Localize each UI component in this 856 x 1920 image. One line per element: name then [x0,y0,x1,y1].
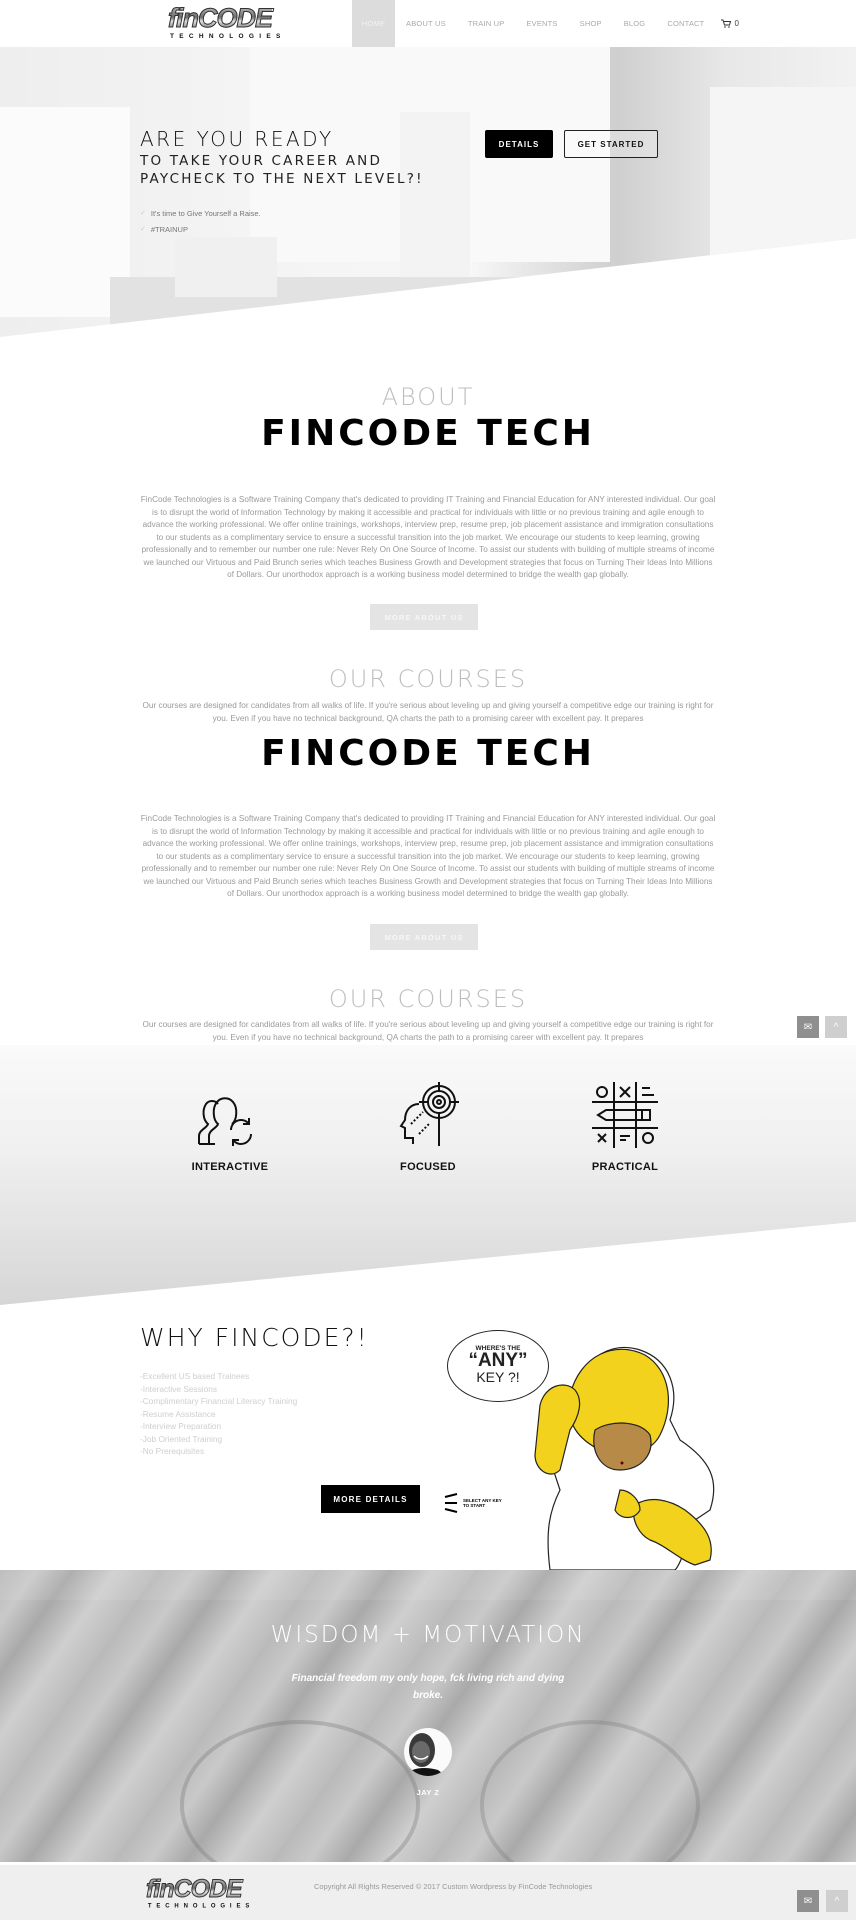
bubble-line: “ANY” [468,1350,528,1371]
hero-bg-box [175,237,277,297]
any-key-caption: SELECT ANY KEY TO START [444,1493,502,1513]
nav-item-events[interactable]: EVENTS [515,0,568,47]
hero-bg-shape [710,87,856,287]
courses-paragraph: Our courses are designed for candidates … [142,701,714,723]
site-logo[interactable]: finCODE TECHNOLOGIES [168,3,290,41]
hero-bullet: ✓ It's time to Give Yourself a Raise. [140,205,261,221]
feature-label: FOCUSED [400,1161,456,1173]
footer-mail-button[interactable]: ✉ [797,1890,819,1912]
footer-logo[interactable]: finCODE TECHNOLOGIES [146,1875,258,1910]
courses-label: OUR COURSES [328,665,528,693]
wisdom-quote: Financial freedom my only hope, fck livi… [291,1673,565,1701]
nav-item-about-us[interactable]: ABOUT US [395,0,457,47]
hero-section [0,47,856,337]
hero-subtitle-line: TO TAKE YOUR CAREER AND [140,153,383,169]
courses-label-repeat: OUR COURSES [328,985,528,1013]
wisdom-section: WISDOM + MOTIVATION Financial freedom my… [0,1570,856,1862]
site-footer: finCODE TECHNOLOGIES Copyright All Right… [0,1865,856,1920]
bubble-line: KEY ?! [476,1369,520,1385]
cart-icon [721,19,732,28]
speech-bubble: WHERE'S THE “ANY” KEY ?! [447,1330,549,1402]
wisdom-bg-band [0,1570,856,1600]
quote-author-avatar [404,1728,452,1776]
about-title-repeat: FINCODE TECH [261,733,595,774]
logo-tagline: TECHNOLOGIES [170,33,286,40]
nav-item-home[interactable]: HOME [352,0,395,47]
scroll-top-button[interactable]: ^ [825,1016,847,1038]
key-lines-icon [444,1493,458,1513]
contact-mail-button[interactable]: ✉ [797,1016,819,1038]
why-title: WHY FINCODE?! [140,1323,369,1352]
feature-practical: PRACTICAL [555,1080,695,1173]
get-started-button[interactable]: GET STARTED [564,130,658,158]
logo-wordmark: finCODE [146,1875,244,1903]
feature-label: INTERACTIVE [191,1161,269,1173]
nav-item-train-up[interactable]: TRAIN UP [457,0,516,47]
nav-item-blog[interactable]: BLOG [613,0,657,47]
why-list: -Excellent US based Trainees -Interactiv… [140,1370,297,1458]
why-item: -Job Oriented Training [140,1433,223,1444]
site-header: finCODE TECHNOLOGIES HOME ABOUT US TRAIN… [0,0,856,47]
about-title: FINCODE TECH [261,413,595,454]
logo-wordmark: finCODE [168,3,274,33]
mail-icon: ✉ [803,1021,813,1033]
tic-tac-toe-pencil-icon [592,1082,658,1148]
hero-subtitle-line: PAYCHECK TO THE NEXT LEVEL?! [140,171,424,187]
any-key-caption-line: TO START [463,1503,486,1508]
why-item: -Interview Preparation [140,1421,222,1431]
about-label: ABOUT [381,383,475,411]
nav-item-shop[interactable]: SHOP [569,0,613,47]
feature-interactive: INTERACTIVE [160,1080,300,1173]
check-icon: ✓ [140,226,146,233]
feature-label: PRACTICAL [591,1161,659,1173]
more-about-us-button[interactable]: MORE ABOUT US [370,604,478,630]
hero-bullets: ✓ It's time to Give Yourself a Raise. ✓ #T… [140,205,261,237]
why-item: -No Prerequisites [140,1446,205,1456]
footer-scroll-top-button[interactable]: ^ [826,1890,848,1912]
features-section: INTERACTIVE FOCUSED PRACTICAL [0,1045,856,1305]
cart-button[interactable]: 0 [721,19,739,28]
people-sync-icon [198,1097,252,1146]
feature-focused: FOCUSED [358,1080,498,1173]
quote-author-name: JAY Z [416,1788,440,1797]
about-paragraph: FinCode Technologies is a Software Train… [140,495,716,579]
head-target-icon [399,1082,459,1146]
hero-bullet: ✓ #TRAINUP [140,221,261,237]
why-item: -Excellent US based Trainees [140,1371,250,1381]
courses-paragraph-repeat: Our courses are designed for candidates … [142,1020,714,1042]
hero-bg-shape [400,112,470,292]
why-item: -Complimentary Financial Literacy Traini… [140,1396,298,1406]
nav-item-contact[interactable]: CONTACT [656,0,715,47]
main-nav: HOME ABOUT US TRAIN UP EVENTS SHOP BLOG … [352,0,739,47]
mail-icon: ✉ [803,1895,813,1907]
wisdom-title: WISDOM + MOTIVATION [270,1622,586,1648]
why-item: -Interactive Sessions [140,1383,218,1394]
chevron-up-icon: ^ [833,1021,839,1033]
hero-title: ARE YOU READY [140,127,334,151]
hero-bullet-text: #TRAINUP [150,224,188,234]
copyright-text: Copyright All Rights Reserved © 2017 Cus… [314,1882,593,1891]
avatar-portrait [404,1733,446,1776]
check-icon: ✓ [140,210,146,217]
logo-tagline: TECHNOLOGIES [147,1902,255,1910]
hero-subtitle: TO TAKE YOUR CAREER AND PAYCHECK TO THE … [140,152,424,188]
about-paragraph-repeat: FinCode Technologies is a Software Train… [140,814,716,898]
details-button[interactable]: DETAILS [485,130,553,158]
hero-bullet-text: It's time to Give Yourself a Raise. [150,208,261,218]
why-item: -Resume Assistance [140,1408,216,1419]
cart-count: 0 [734,19,739,28]
more-about-us-button-repeat[interactable]: MORE ABOUT US [370,924,478,950]
chevron-up-icon: ^ [834,1895,840,1907]
more-details-button[interactable]: MORE DETAILS [321,1485,420,1513]
